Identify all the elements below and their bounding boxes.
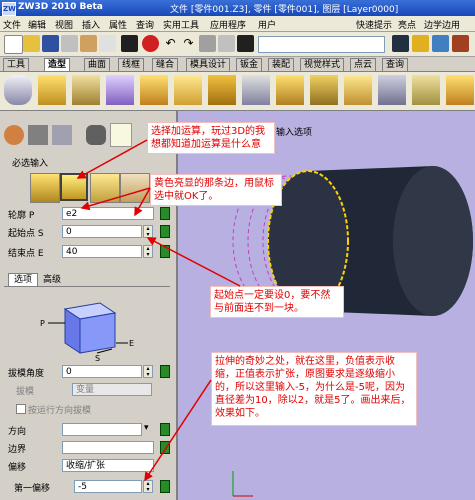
annotation-arrows bbox=[76, 139, 241, 482]
